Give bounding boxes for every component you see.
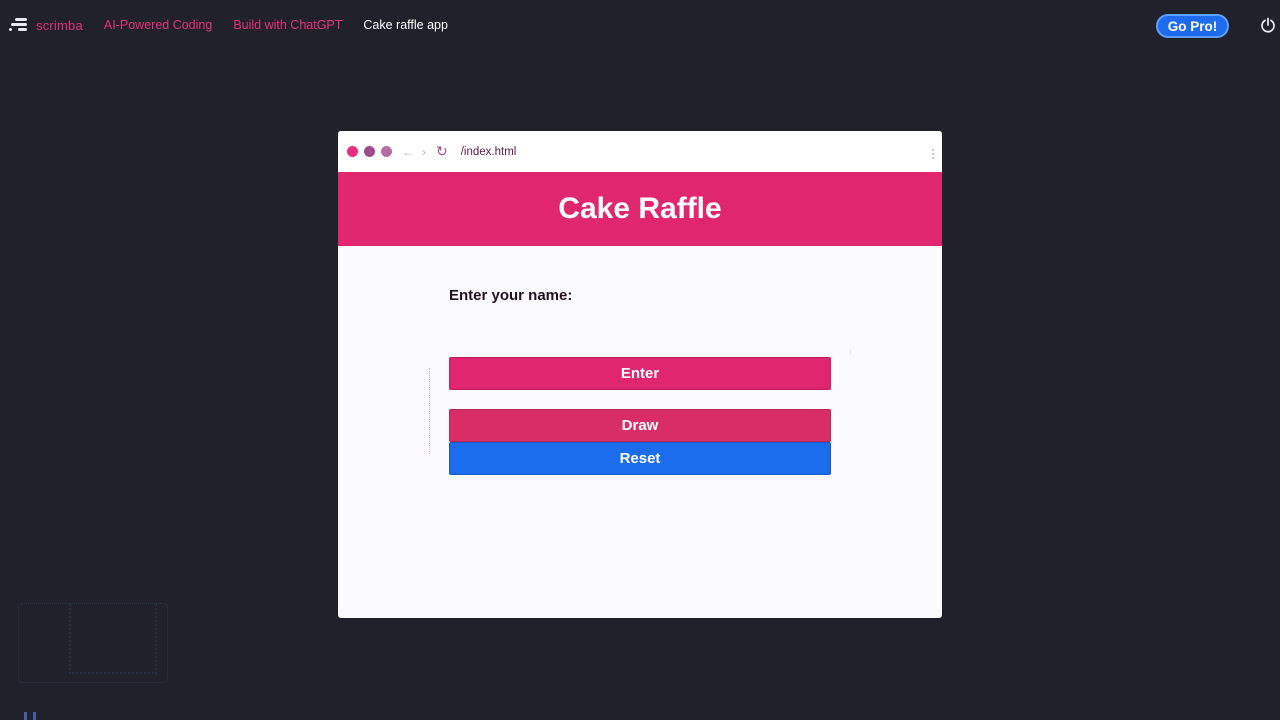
selection-guide [429,368,430,454]
pause-icon[interactable] [24,712,36,720]
minimize-dot-icon [364,146,375,157]
url-bar[interactable]: /index.html [461,146,517,158]
logo-text: scrimba [36,17,83,33]
browser-toolbar: ← › ↻ /index.html · · · [338,131,942,172]
reset-button[interactable]: Reset [449,442,831,475]
video-thumbnail-panel[interactable] [18,603,168,683]
page-title: Cake Raffle [558,192,722,225]
scrimba-logo-icon [9,18,29,32]
scrimba-logo[interactable]: scrimba [9,15,83,35]
close-dot-icon [347,146,358,157]
forward-icon[interactable]: › [418,145,430,159]
thumbnail-frame [69,604,157,674]
enter-button[interactable]: Enter [449,357,831,390]
menu-icon[interactable]: · · · [930,143,936,163]
name-prompt-label: Enter your name: [449,287,573,304]
mini-browser: ← › ↻ /index.html · · · Cake Raffle Enter … [338,131,942,618]
go-pro-button[interactable]: Go Pro! [1156,14,1229,38]
app-content: Enter your name: · · Enter Draw Reset [338,246,942,618]
maximize-dot-icon [381,146,392,157]
power-icon[interactable] [1260,17,1276,33]
reload-icon[interactable]: ↻ [436,143,448,160]
draw-button[interactable]: Draw [449,409,831,442]
top-navigation: scrimba AI-Powered Coding Build with Cha… [0,0,1280,50]
breadcrumb-course[interactable]: AI-Powered Coding [104,18,212,32]
app-header: Cake Raffle [338,172,942,246]
breadcrumb-current: Cake raffle app [363,18,448,32]
breadcrumb-module[interactable]: Build with ChatGPT [233,18,342,32]
resize-handle-icon[interactable]: · · [849,346,852,358]
back-icon[interactable]: ← [402,145,414,159]
